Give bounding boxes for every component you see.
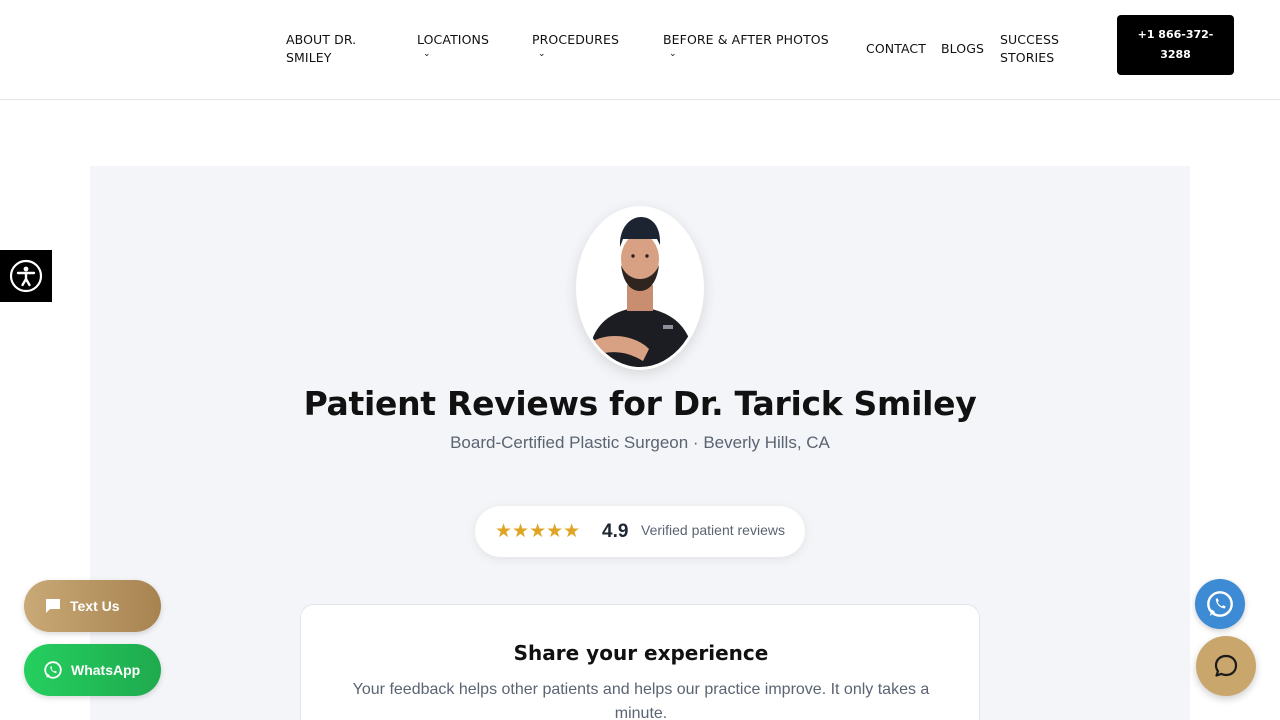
chevron-down-icon: ⌄ <box>423 49 431 59</box>
accessibility-icon <box>9 259 43 293</box>
nav-item-label: SUCCESS STORIES <box>1000 32 1060 65</box>
main-navigation: ABOUT DR. SMILEY LOCATIONS ⌄ PROCEDURES … <box>0 0 1280 100</box>
whatsapp-icon <box>1207 591 1233 617</box>
site-header: ABOUT DR. SMILEY LOCATIONS ⌄ PROCEDURES … <box>0 0 1280 100</box>
page-subtitle: Board-Certified Plastic Surgeon · Beverl… <box>450 433 830 452</box>
live-chat-button[interactable] <box>1196 636 1256 696</box>
text-us-button[interactable]: Text Us <box>24 580 161 632</box>
nav-item-label: CONTACT <box>866 41 926 56</box>
chevron-down-icon: ⌄ <box>669 49 677 59</box>
feedback-card-title: Share your experience <box>513 641 769 665</box>
nav-item-blogs[interactable]: BLOGS <box>941 40 984 58</box>
nav-item-before-after[interactable]: BEFORE & AFTER PHOTOS ⌄ <box>663 31 829 59</box>
feedback-card: Share your experience Your feedback help… <box>300 604 980 720</box>
nav-item-success-stories[interactable]: SUCCESS STORIES <box>1000 31 1080 67</box>
nav-item-contact[interactable]: CONTACT <box>866 40 926 58</box>
rating-stars: ★★★★★ <box>495 520 581 542</box>
doctor-portrait <box>579 209 701 367</box>
chat-icon <box>1214 654 1238 677</box>
call-phone-label: +1 866-372-3288 <box>1137 28 1214 61</box>
whatsapp-circle-button[interactable] <box>1195 579 1245 629</box>
nav-item-label: BEFORE & AFTER PHOTOS <box>663 32 829 47</box>
nav-item-about[interactable]: ABOUT DR. SMILEY <box>286 31 386 67</box>
nav-item-label: ABOUT DR. SMILEY <box>286 32 357 65</box>
nav-item-label: LOCATIONS <box>417 32 490 47</box>
feedback-card-text: Your feedback helps other patients and h… <box>352 681 930 720</box>
page-title: Patient Reviews for Dr. Tarick Smiley <box>303 384 977 423</box>
rating-summary-badge: ★★★★★ 4.9 Verified patient reviews <box>475 506 805 557</box>
call-phone-button[interactable]: +1 866-372-3288 <box>1117 15 1234 75</box>
nav-item-procedures[interactable]: PROCEDURES ⌄ <box>532 31 619 59</box>
chat-bubble-icon <box>46 599 60 613</box>
whatsapp-label: WhatsApp <box>71 662 141 678</box>
doctor-avatar <box>576 206 704 370</box>
whatsapp-icon <box>44 661 62 679</box>
nav-item-label: PROCEDURES <box>532 32 619 47</box>
nav-item-locations[interactable]: LOCATIONS ⌄ <box>417 31 489 59</box>
chevron-down-icon: ⌄ <box>538 49 546 59</box>
nav-item-label: BLOGS <box>941 41 985 56</box>
whatsapp-button[interactable]: WhatsApp <box>24 644 161 696</box>
rating-label: Verified patient reviews <box>641 522 785 538</box>
rating-value: 4.9 <box>602 521 629 542</box>
accessibility-button[interactable] <box>0 250 52 302</box>
text-us-label: Text Us <box>70 598 120 614</box>
